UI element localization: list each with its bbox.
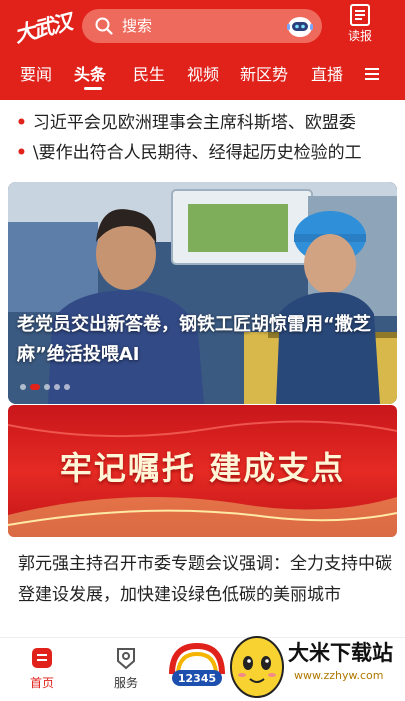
home-icon	[32, 648, 52, 668]
banner-title[interactable]: 老党员交出新答卷，钢铁工匠胡惊雷用“撒芝麻”绝活投喂AI	[17, 310, 392, 370]
app-header: 大武汉 搜索 读报 要闻 头条 民生 视频 新区势 直播	[0, 0, 405, 100]
ticker-item-text: \要作出符合人民期待、经得起历史检验的工	[32, 143, 362, 163]
tab-toutiao[interactable]: 头条	[74, 62, 106, 90]
featured-carousel[interactable]: 老党员交出新答卷，钢铁工匠胡惊雷用“撒芝麻”绝活投喂AI	[8, 182, 397, 404]
hotline-12345-button[interactable]: 12345	[168, 640, 226, 690]
carousel-dot[interactable]	[20, 384, 26, 390]
carousel-dot[interactable]	[54, 384, 60, 390]
hotline-icon: 12345	[169, 642, 225, 686]
watermark-url: www.zzhyw.com	[294, 669, 384, 682]
hotline-number: 12345	[178, 672, 216, 685]
tab-yaowen[interactable]: 要闻	[20, 62, 52, 90]
bullet-icon: •	[16, 143, 27, 163]
tab-zhibo[interactable]: 直播	[311, 62, 343, 90]
ticker-item[interactable]: • \要作出符合人民期待、经得起历史检验的工	[16, 140, 362, 166]
ai-assistant-icon[interactable]	[286, 14, 314, 38]
carousel-dot[interactable]	[44, 384, 50, 390]
active-tab-indicator	[84, 87, 102, 90]
carousel-dot-active[interactable]	[30, 384, 40, 390]
search-placeholder: 搜索	[122, 17, 153, 35]
menu-icon[interactable]	[364, 66, 380, 82]
mascot-icon	[230, 636, 284, 698]
featured-photo	[8, 182, 397, 404]
search-icon	[95, 17, 113, 35]
read-paper-label: 读报	[347, 29, 372, 43]
tab-home-label: 首页	[29, 676, 54, 690]
bullet-icon: •	[16, 113, 27, 133]
tab-service[interactable]: 服务	[96, 638, 156, 701]
tab-toutiao-label: 头条	[74, 65, 107, 84]
news-ticker: • 习近平会见欧洲理事会主席科斯塔、欧盟委 • \要作出符合人民期待、经得起历史检验…	[0, 106, 405, 172]
promo-slogan: 牢记嘱托 建成支点	[59, 449, 346, 487]
tab-xinqushi[interactable]: 新区势	[240, 62, 288, 90]
site-watermark: 大米下载站 www.zzhyw.com	[222, 627, 405, 700]
read-paper-button[interactable]: 读报	[338, 3, 382, 47]
newspaper-icon	[350, 4, 370, 26]
tab-home[interactable]: 首页	[12, 638, 72, 701]
app-logo[interactable]: 大武汉	[10, 1, 80, 55]
search-bar[interactable]: 搜索	[82, 9, 322, 43]
service-icon	[117, 648, 135, 670]
channel-nav: 要闻 头条 民生 视频 新区势 直播	[0, 62, 405, 92]
tab-minsheng[interactable]: 民生	[133, 62, 165, 90]
carousel-dot[interactable]	[64, 384, 70, 390]
ticker-item[interactable]: • 习近平会见欧洲理事会主席科斯塔、欧盟委	[16, 110, 356, 136]
promo-banner[interactable]: 牢记嘱托 建成支点	[8, 405, 397, 537]
news-headline[interactable]: 郭元强主持召开市委专题会议强调：全力支持中碳登建设发展，加快建设绿色低碳的美丽城…	[18, 549, 392, 611]
ticker-item-text: 习近平会见欧洲理事会主席科斯塔、欧盟委	[32, 113, 356, 133]
tab-service-label: 服务	[113, 676, 138, 690]
watermark-name: 大米下载站	[288, 641, 393, 665]
tab-shipin[interactable]: 视频	[187, 62, 219, 90]
